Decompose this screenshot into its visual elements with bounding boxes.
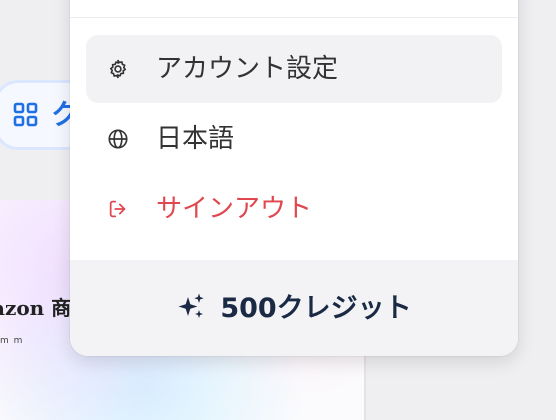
gear-icon [106, 57, 130, 81]
menu-item-label: アカウント設定 [156, 54, 339, 84]
sign-out-icon [106, 197, 130, 221]
credits-footer[interactable]: 500クレジット [70, 260, 518, 356]
menu-item-label: 日本語 [156, 124, 235, 154]
account-dropdown-menu: アカウント設定 日本語 サインアウト 500クレジット [70, 0, 518, 356]
menu-item-sign-out[interactable]: サインアウト [86, 175, 502, 243]
sparkles-icon [176, 291, 206, 325]
menu-item-account-settings[interactable]: アカウント設定 [86, 35, 502, 103]
credits-label: 500クレジット [220, 292, 412, 324]
menu-divider [70, 17, 518, 18]
menu-item-language[interactable]: 日本語 [86, 105, 502, 173]
background-card-subtitle: m m [0, 336, 24, 346]
menu-item-label: サインアウト [156, 194, 313, 224]
globe-icon [106, 127, 130, 151]
grid-icon [13, 102, 39, 128]
